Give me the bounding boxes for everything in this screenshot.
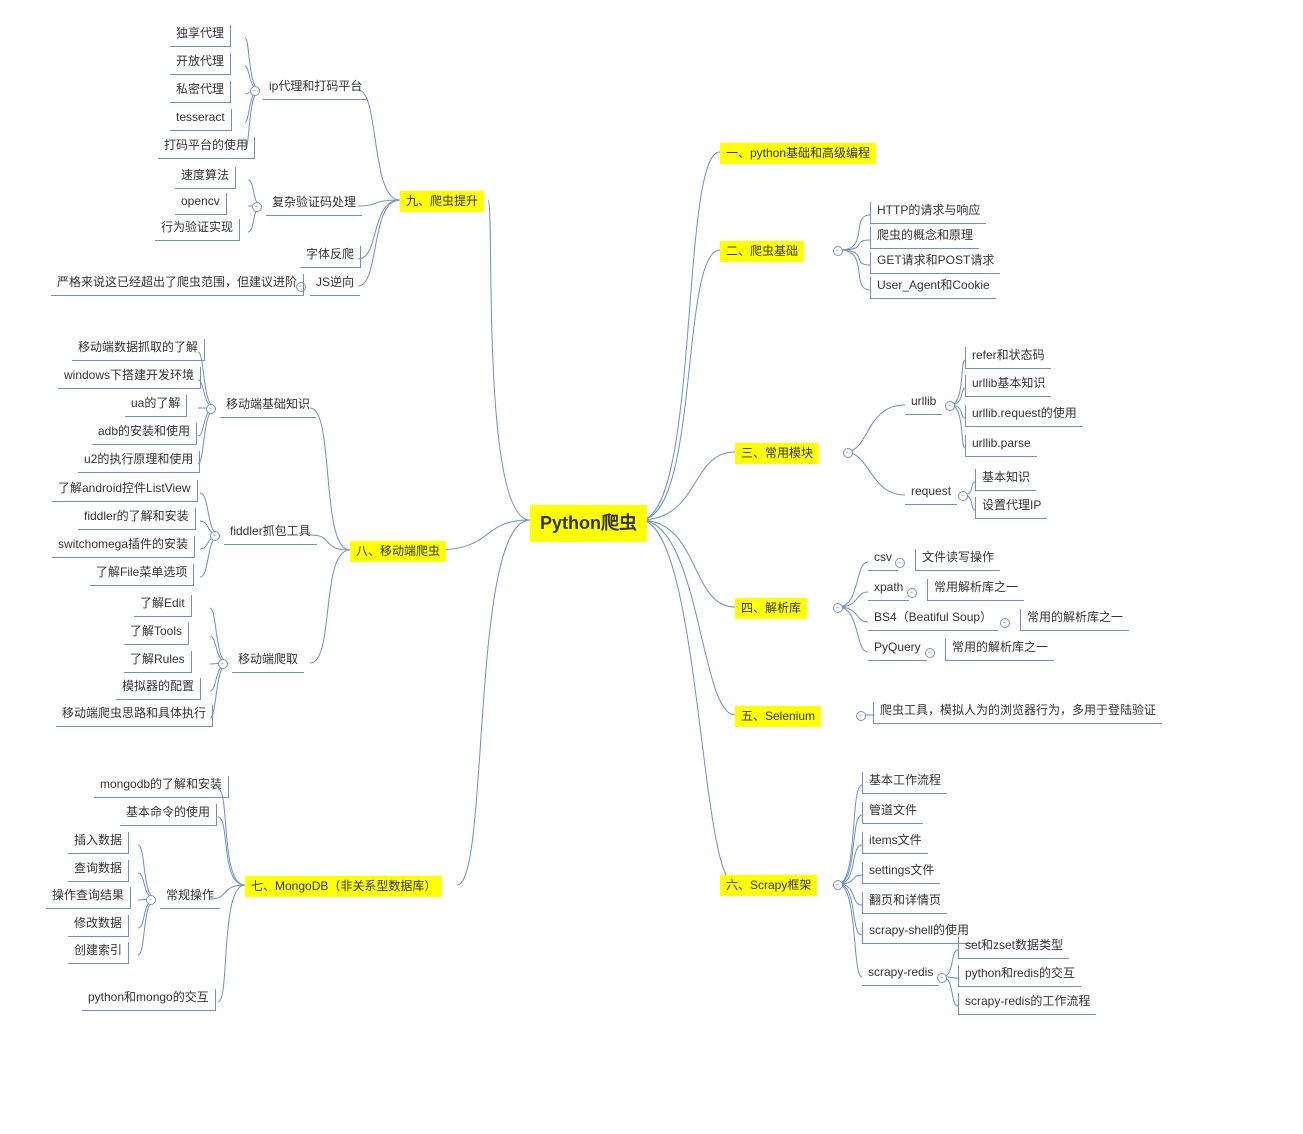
leaf[interactable]: windows下搭建开发环境: [58, 367, 201, 389]
node-r5[interactable]: 五、Selenium: [735, 706, 821, 727]
leaf[interactable]: python和redis的交互: [958, 965, 1081, 987]
leaf[interactable]: User_Agent和Cookie: [870, 277, 996, 299]
leaf[interactable]: GET请求和POST请求: [870, 252, 1000, 274]
leaf[interactable]: adb的安装和使用: [92, 423, 197, 445]
leaf[interactable]: 操作查询结果: [46, 887, 131, 909]
toggle-icon[interactable]: [843, 448, 853, 458]
leaf[interactable]: 基本知识: [975, 469, 1036, 491]
toggle-icon[interactable]: [206, 404, 216, 414]
node-l7[interactable]: 七、MongoDB（非关系型数据库）: [245, 876, 442, 897]
leaf[interactable]: 了解File菜单选项: [90, 564, 194, 586]
leaf[interactable]: python和mongo的交互: [82, 989, 216, 1011]
leaf[interactable]: 开放代理: [170, 53, 231, 75]
toggle-icon[interactable]: [146, 895, 156, 905]
node-r2[interactable]: 二、爬虫基础: [720, 241, 804, 262]
root-node[interactable]: Python爬虫: [530, 505, 647, 542]
leaf[interactable]: urllib基本知识: [965, 375, 1051, 397]
leaf[interactable]: 常用解析库之一: [927, 579, 1024, 601]
leaf[interactable]: PyQuery: [868, 639, 927, 661]
leaf[interactable]: 移动端数据抓取的了解: [72, 339, 205, 361]
leaf[interactable]: 爬虫的概念和原理: [870, 227, 979, 249]
leaf[interactable]: 修改数据: [68, 915, 129, 937]
node-l7ops[interactable]: 常规操作: [160, 887, 220, 909]
node-l9g2[interactable]: 复杂验证码处理: [266, 194, 362, 216]
toggle-icon[interactable]: [945, 401, 955, 411]
leaf[interactable]: items文件: [862, 832, 928, 854]
leaf[interactable]: 了解Rules: [124, 651, 192, 673]
node-l8g2[interactable]: fiddler抓包工具: [224, 523, 317, 545]
leaf[interactable]: 移动端爬虫思路和具体执行: [56, 705, 213, 727]
leaf[interactable]: 查询数据: [68, 860, 129, 882]
leaf[interactable]: BS4（Beatiful Soup）: [868, 609, 998, 631]
leaf[interactable]: 插入数据: [68, 832, 129, 854]
leaf[interactable]: refer和状态码: [965, 347, 1051, 369]
node-r6[interactable]: 六、Scrapy框架: [720, 875, 817, 896]
node-l8g3[interactable]: 移动端爬取: [232, 651, 304, 673]
toggle-icon[interactable]: [925, 648, 935, 658]
node-r3[interactable]: 三、常用模块: [735, 443, 819, 464]
leaf[interactable]: 创建索引: [68, 942, 129, 964]
leaf[interactable]: 了解android控件ListView: [52, 480, 198, 502]
toggle-icon[interactable]: [1000, 618, 1010, 628]
toggle-icon[interactable]: [833, 246, 843, 256]
leaf[interactable]: tesseract: [170, 109, 232, 131]
node-l9g1[interactable]: ip代理和打码平台: [263, 78, 368, 100]
node-l8[interactable]: 八、移动端爬虫: [350, 541, 446, 562]
toggle-icon[interactable]: [250, 86, 260, 96]
leaf[interactable]: 基本工作流程: [862, 772, 947, 794]
node-r1[interactable]: 一、python基础和高级编程: [720, 143, 876, 164]
leaf[interactable]: ua的了解: [125, 395, 187, 417]
leaf[interactable]: 打码平台的使用: [158, 137, 255, 159]
leaf[interactable]: xpath: [868, 579, 909, 601]
leaf[interactable]: 模拟器的配置: [116, 678, 201, 700]
leaf[interactable]: fiddler的了解和安装: [78, 508, 196, 530]
leaf[interactable]: 行为验证实现: [155, 219, 240, 241]
node-urllib[interactable]: urllib: [905, 393, 942, 415]
leaf[interactable]: 基本命令的使用: [120, 804, 217, 826]
leaf[interactable]: 设置代理IP: [975, 497, 1047, 519]
leaf[interactable]: 严格来说这已经超出了爬虫范围，但建议进阶: [51, 274, 304, 296]
leaf[interactable]: HTTP的请求与响应: [870, 202, 986, 224]
leaf[interactable]: switchomega插件的安装: [52, 536, 195, 558]
toggle-icon[interactable]: [937, 973, 947, 983]
leaf[interactable]: 了解Tools: [124, 623, 189, 645]
toggle-icon[interactable]: [252, 202, 262, 212]
mindmap: Python爬虫 一、python基础和高级编程 二、爬虫基础 HTTP的请求与…: [0, 0, 1303, 1134]
leaf[interactable]: set和zset数据类型: [958, 937, 1069, 959]
leaf[interactable]: 文件读写操作: [915, 549, 1000, 571]
leaf[interactable]: 独享代理: [170, 25, 231, 47]
leaf[interactable]: scrapy-redis的工作流程: [958, 993, 1096, 1015]
leaf[interactable]: 私密代理: [170, 81, 231, 103]
leaf[interactable]: 常用的解析库之一: [1020, 609, 1129, 631]
toggle-icon[interactable]: [907, 588, 917, 598]
node-l9[interactable]: 九、爬虫提升: [400, 191, 484, 212]
toggle-icon[interactable]: [895, 558, 905, 568]
leaf[interactable]: opencv: [175, 193, 227, 215]
leaf[interactable]: urllib.parse: [965, 435, 1037, 457]
leaf[interactable]: 速度算法: [175, 167, 236, 189]
leaf[interactable]: 常用的解析库之一: [945, 639, 1054, 661]
leaf[interactable]: urllib.request的使用: [965, 405, 1083, 427]
leaf[interactable]: u2的执行原理和使用: [78, 451, 200, 473]
leaf[interactable]: 翻页和详情页: [862, 892, 947, 914]
leaf[interactable]: mongodb的了解和安装: [94, 776, 229, 798]
toggle-icon[interactable]: [833, 880, 843, 890]
leaf[interactable]: 了解Edit: [134, 595, 192, 617]
leaf[interactable]: 字体反爬: [300, 246, 361, 268]
toggle-icon[interactable]: [958, 491, 968, 501]
leaf[interactable]: csv: [868, 549, 898, 571]
toggle-icon[interactable]: [833, 603, 843, 613]
leaf[interactable]: settings文件: [862, 862, 940, 884]
toggle-icon[interactable]: [218, 659, 228, 669]
node-l8g1[interactable]: 移动端基础知识: [220, 396, 316, 418]
leaf[interactable]: 管道文件: [862, 802, 923, 824]
leaf[interactable]: 爬虫工具，模拟人为的浏览器行为，多用于登陆验证: [873, 702, 1162, 724]
toggle-icon[interactable]: [210, 531, 220, 541]
toggle-icon[interactable]: [856, 711, 866, 721]
node-scrapy-redis[interactable]: scrapy-redis: [862, 964, 939, 986]
node-jsreverse[interactable]: JS逆向: [310, 274, 360, 296]
node-request[interactable]: request: [905, 483, 957, 505]
node-r4[interactable]: 四、解析库: [735, 598, 807, 619]
